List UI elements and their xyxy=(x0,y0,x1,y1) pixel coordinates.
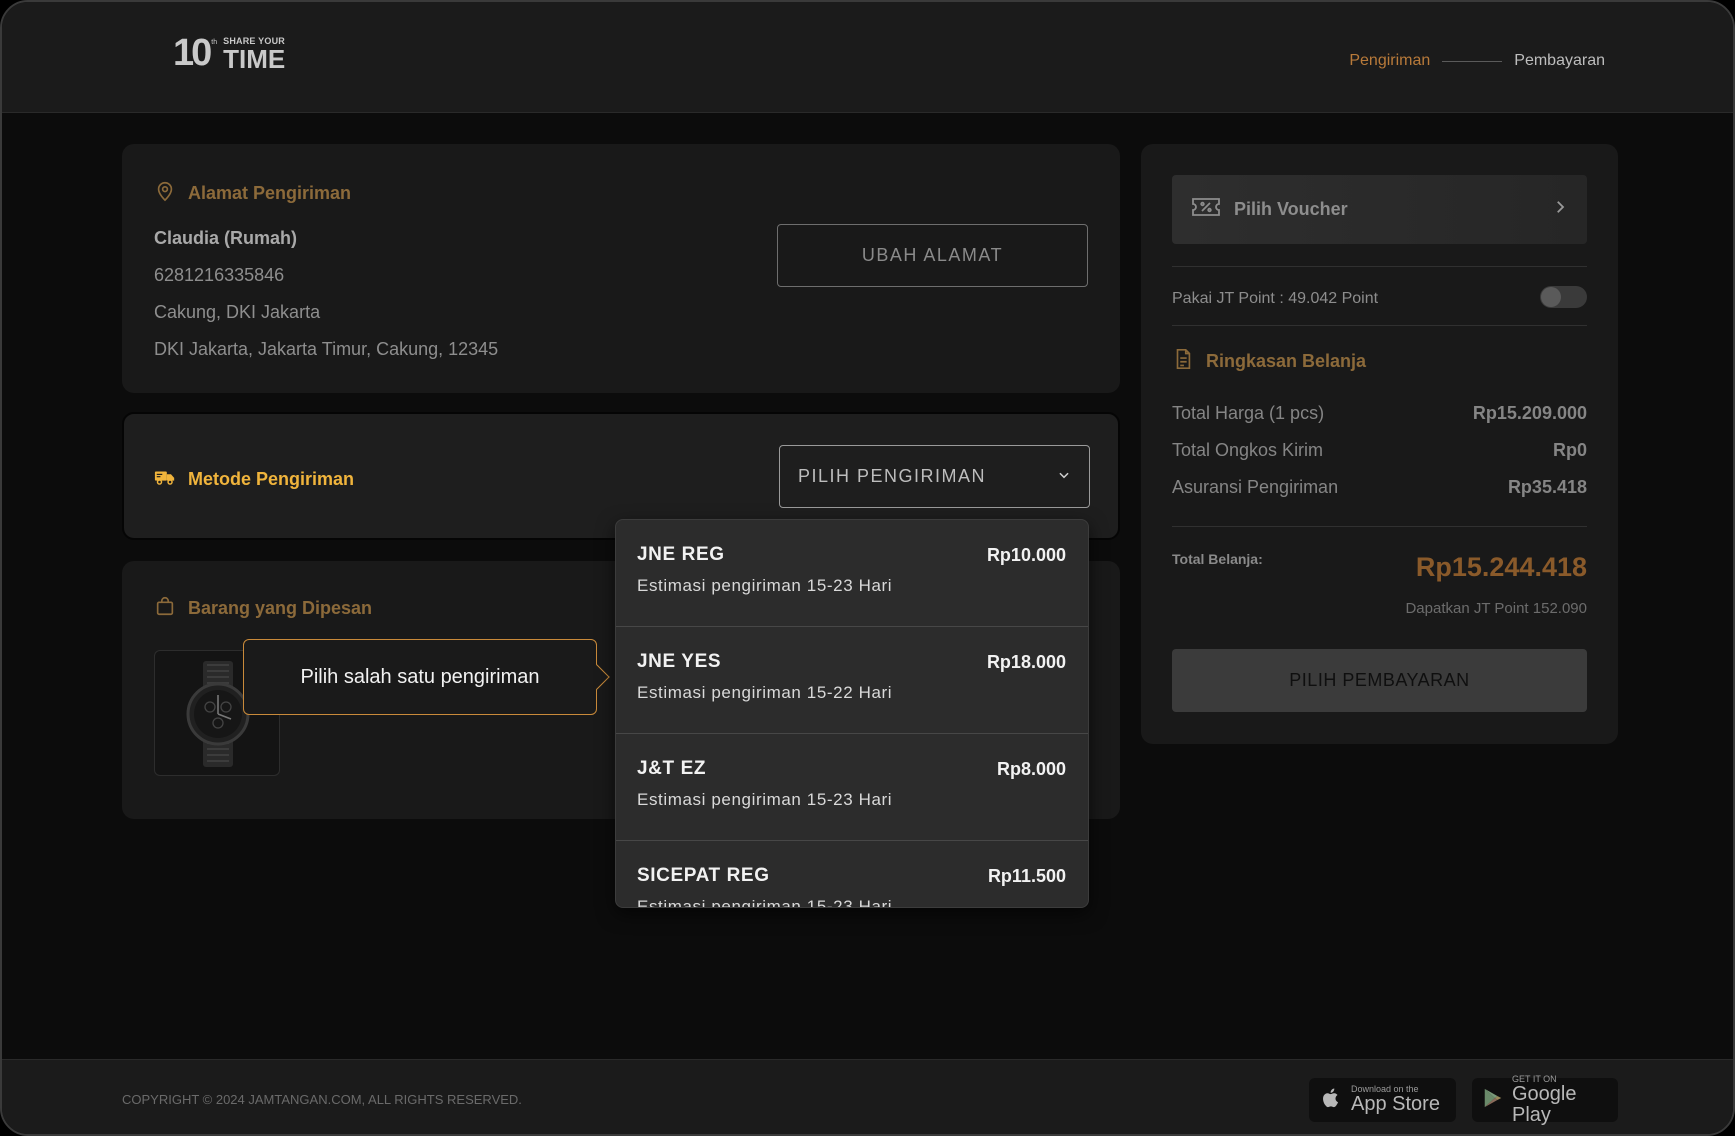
logo-superscript: th xyxy=(211,39,218,46)
copyright-text: COPYRIGHT © 2024 JAMTANGAN.COM, ALL RIGH… xyxy=(122,1092,522,1107)
logo-word: TIME xyxy=(223,44,286,74)
divider xyxy=(1172,266,1587,267)
recipient-phone: 6281216335846 xyxy=(154,265,285,285)
google-play-text: GET IT ON Google Play xyxy=(1512,1074,1608,1126)
chevron-down-icon xyxy=(1057,466,1071,487)
app-store-big: App Store xyxy=(1351,1093,1440,1115)
app-window: 10 th SHARE YOUR TIME Pengiriman Pembaya… xyxy=(0,0,1735,1136)
row-value: Rp35.418 xyxy=(1507,477,1587,497)
checkout-steps: Pengiriman Pembayaran xyxy=(1349,52,1605,70)
chevron-right-icon xyxy=(1551,198,1569,221)
google-play-big: Google Play xyxy=(1512,1082,1577,1126)
option-price: Rp10.000 xyxy=(986,545,1066,565)
toggle-knob xyxy=(1541,287,1561,307)
shipping-section-title: Metode Pengiriman xyxy=(154,466,354,493)
voucher-ticket-icon xyxy=(1190,195,1222,224)
step-pengiriman: Pengiriman xyxy=(1349,52,1431,69)
summary-section-title: Ringkasan Belanja xyxy=(1172,348,1366,375)
divider xyxy=(1172,325,1587,326)
total-value: Rp15.244.418 xyxy=(1415,552,1587,582)
shopping-bag-icon xyxy=(154,595,176,622)
recipient-city: Cakung, DKI Jakarta xyxy=(154,302,321,322)
delivery-truck-icon xyxy=(154,466,176,493)
footer: COPYRIGHT © 2024 JAMTANGAN.COM, ALL RIGH… xyxy=(2,1059,1733,1134)
recipient-full-address: DKI Jakarta, Jakarta Timur, Cakung, 1234… xyxy=(154,339,499,359)
option-price: Rp11.500 xyxy=(987,866,1066,886)
receipt-icon xyxy=(1172,348,1194,375)
jt-point-label: Pakai JT Point : 49.042 Point xyxy=(1172,290,1379,307)
summary-row-total-price: Total Harga (1 pcs) Rp15.209.000 xyxy=(1172,403,1587,424)
brand-logo[interactable]: 10 th SHARE YOUR TIME xyxy=(173,34,285,72)
app-store-badge[interactable]: Download on the App Store xyxy=(1309,1078,1456,1122)
location-pin-icon xyxy=(154,180,176,207)
shipping-select[interactable]: PILIH PENGIRIMAN xyxy=(779,445,1090,508)
shipping-option-jt-ez[interactable]: J&T EZ Rp8.000 Estimasi pengiriman 15-23… xyxy=(616,734,1088,841)
items-title: Barang yang Dipesan xyxy=(188,598,373,618)
logo-words: SHARE YOUR TIME xyxy=(223,37,286,74)
items-section-title: Barang yang Dipesan xyxy=(154,595,372,622)
voucher-label: Pilih Voucher xyxy=(1234,199,1348,219)
option-price: Rp8.000 xyxy=(996,759,1066,779)
option-eta: Estimasi pengiriman 15-23 Hari xyxy=(637,897,893,908)
shipping-tooltip: Pilih salah satu pengiriman xyxy=(243,639,610,715)
row-label: Asuransi Pengiriman xyxy=(1172,477,1339,497)
google-play-icon xyxy=(1482,1086,1504,1115)
option-eta: Estimasi pengiriman 15-23 Hari xyxy=(637,576,893,595)
recipient-name: Claudia (Rumah) xyxy=(154,228,298,248)
shipping-option-jne-reg[interactable]: JNE REG Rp10.000 Estimasi pengiriman 15-… xyxy=(616,520,1088,627)
summary-row-insurance: Asuransi Pengiriman Rp35.418 xyxy=(1172,477,1587,498)
header: 10 th SHARE YOUR TIME Pengiriman Pembaya… xyxy=(2,2,1733,113)
choose-payment-button[interactable]: PILIH PEMBAYARAN xyxy=(1172,649,1587,712)
app-store-text: Download on the App Store xyxy=(1351,1085,1440,1115)
address-title: Alamat Pengiriman xyxy=(188,183,352,203)
summary-title: Ringkasan Belanja xyxy=(1206,351,1367,371)
tooltip-text: Pilih salah satu pengiriman xyxy=(300,665,540,688)
shipping-select-label: PILIH PENGIRIMAN xyxy=(798,466,987,486)
row-label: Total Harga (1 pcs) xyxy=(1172,403,1325,423)
row-value: Rp0 xyxy=(1552,440,1587,460)
total-label: Total Belanja: xyxy=(1172,551,1263,567)
summary-row-shipping-cost: Total Ongkos Kirim Rp0 xyxy=(1172,440,1587,461)
option-eta: Estimasi pengiriman 15-23 Hari xyxy=(637,790,893,809)
change-address-button[interactable]: UBAH ALAMAT xyxy=(777,224,1088,287)
jt-point-toggle[interactable] xyxy=(1540,286,1587,308)
logo-number: 10 xyxy=(173,32,212,74)
shipping-options-dropdown: JNE REG Rp10.000 Estimasi pengiriman 15-… xyxy=(615,519,1089,908)
shipping-title: Metode Pengiriman xyxy=(188,469,355,489)
address-card: Alamat Pengiriman Claudia (Rumah) 628121… xyxy=(122,144,1120,393)
step-pembayaran: Pembayaran xyxy=(1514,52,1605,69)
row-label: Total Ongkos Kirim xyxy=(1172,440,1324,460)
google-play-badge[interactable]: GET IT ON Google Play xyxy=(1472,1074,1618,1125)
step-connector xyxy=(1442,60,1503,62)
point-earn-text: Dapatkan JT Point 152.090 xyxy=(1405,600,1587,617)
option-eta: Estimasi pengiriman 15-22 Hari xyxy=(637,683,893,702)
option-price: Rp18.000 xyxy=(986,652,1066,672)
shipping-option-jne-yes[interactable]: JNE YES Rp18.000 Estimasi pengiriman 15-… xyxy=(616,627,1088,734)
voucher-button[interactable]: Pilih Voucher xyxy=(1172,175,1587,244)
address-section-title: Alamat Pengiriman xyxy=(154,180,351,207)
row-value: Rp15.209.000 xyxy=(1472,403,1587,423)
order-summary-card: Pilih Voucher Pakai JT Point : 49.042 Po… xyxy=(1141,144,1618,744)
divider xyxy=(1172,526,1587,527)
apple-icon xyxy=(1319,1085,1343,1116)
shipping-option-sicepat-reg[interactable]: SICEPAT REG Rp11.500 Estimasi pengiriman… xyxy=(616,841,1088,908)
